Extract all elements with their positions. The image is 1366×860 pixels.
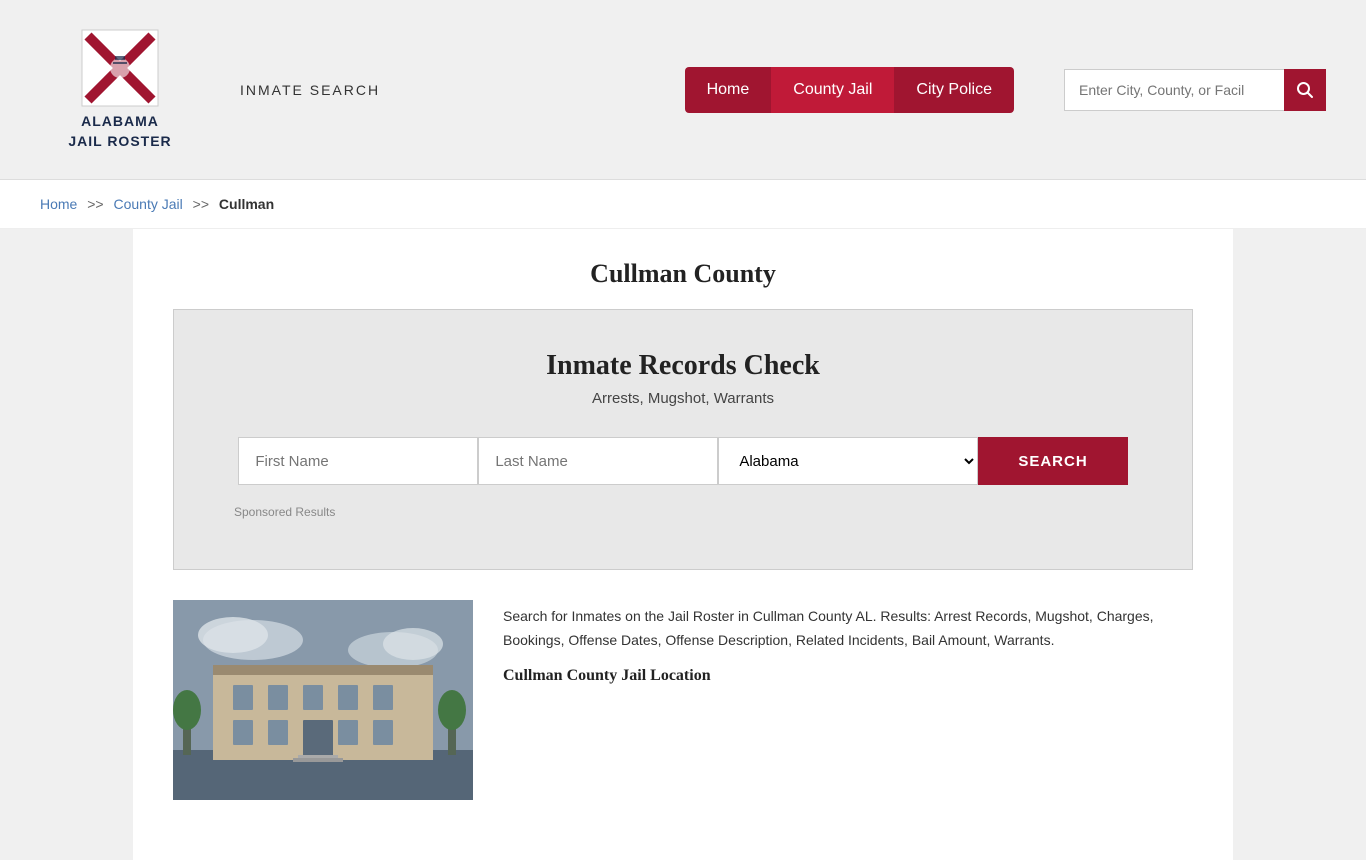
building-image bbox=[173, 600, 473, 800]
main-nav: Home County Jail City Police bbox=[685, 67, 1014, 113]
records-check-subheading: Arrests, Mugshot, Warrants bbox=[204, 390, 1162, 407]
nav-city-police-button[interactable]: City Police bbox=[894, 67, 1014, 113]
nav-home-button[interactable]: Home bbox=[685, 67, 772, 113]
description-area: Search for Inmates on the Jail Roster in… bbox=[503, 600, 1193, 800]
header-search-button[interactable] bbox=[1284, 69, 1326, 111]
sponsored-label: Sponsored Results bbox=[204, 505, 1162, 519]
breadcrumb-home[interactable]: Home bbox=[40, 196, 77, 212]
description-text: Search for Inmates on the Jail Roster in… bbox=[503, 600, 1193, 653]
breadcrumb-separator-1: >> bbox=[87, 196, 103, 212]
state-select[interactable]: AlabamaAlaskaArizonaArkansasCaliforniaCo… bbox=[718, 437, 978, 485]
search-submit-button[interactable]: SEARCH bbox=[978, 437, 1127, 485]
header-search-area bbox=[1064, 69, 1326, 111]
page-title: Cullman County bbox=[173, 229, 1193, 309]
breadcrumb: Home >> County Jail >> Cullman bbox=[40, 196, 1326, 212]
header: ALABAMA JAIL ROSTER INMATE SEARCH Home C… bbox=[0, 0, 1366, 180]
inmate-search-label: INMATE SEARCH bbox=[240, 82, 380, 98]
header-search-input[interactable] bbox=[1064, 69, 1284, 111]
breadcrumb-separator-2: >> bbox=[193, 196, 209, 212]
breadcrumb-current: Cullman bbox=[219, 196, 274, 212]
bottom-section: Search for Inmates on the Jail Roster in… bbox=[173, 600, 1193, 820]
records-search-form: AlabamaAlaskaArizonaArkansasCaliforniaCo… bbox=[204, 437, 1162, 485]
records-check-box: Inmate Records Check Arrests, Mugshot, W… bbox=[173, 309, 1193, 570]
description-subheading: Cullman County Jail Location bbox=[503, 667, 1193, 685]
first-name-input[interactable] bbox=[238, 437, 478, 485]
logo-area: ALABAMA JAIL ROSTER bbox=[40, 28, 200, 151]
logo-text: ALABAMA JAIL ROSTER bbox=[68, 112, 171, 151]
main-content: Cullman County Inmate Records Check Arre… bbox=[133, 229, 1233, 860]
breadcrumb-county-jail[interactable]: County Jail bbox=[114, 196, 183, 212]
nav-county-jail-button[interactable]: County Jail bbox=[771, 67, 894, 113]
records-check-heading: Inmate Records Check bbox=[204, 350, 1162, 382]
breadcrumb-bar: Home >> County Jail >> Cullman bbox=[0, 180, 1366, 229]
last-name-input[interactable] bbox=[478, 437, 718, 485]
logo-icon bbox=[80, 28, 160, 108]
search-icon bbox=[1296, 81, 1314, 99]
